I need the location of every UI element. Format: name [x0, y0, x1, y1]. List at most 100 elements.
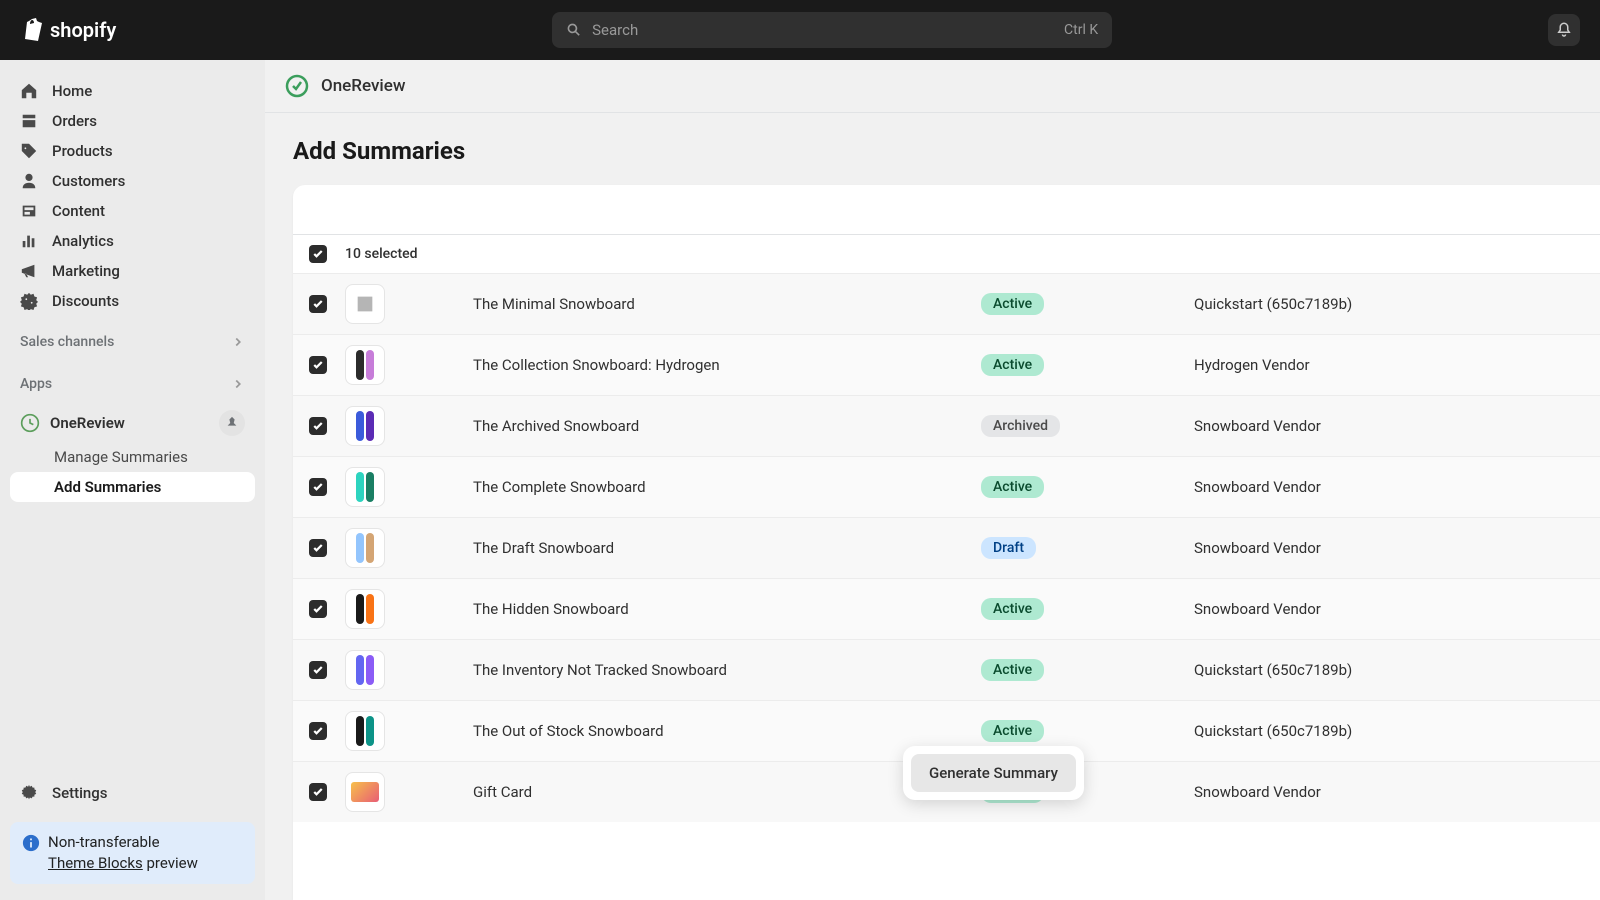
content-icon [20, 202, 38, 220]
chevron-right-icon [231, 335, 245, 349]
section-sales-channels[interactable]: Sales channels [10, 326, 255, 358]
product-status: Archived [981, 415, 1176, 437]
row-checkbox[interactable] [309, 417, 327, 435]
row-checkbox[interactable] [309, 722, 327, 740]
select-all-checkbox[interactable] [309, 245, 327, 263]
nav-products[interactable]: Products [10, 136, 255, 166]
notice-text: Non-transferable Theme Blocks preview [48, 832, 198, 874]
product-vendor: Snowboard Vendor [1194, 539, 1321, 557]
search-icon [566, 22, 582, 38]
sidebar-app-onereview[interactable]: OneReview [10, 404, 255, 442]
table-header-blank [293, 185, 1600, 235]
table-row[interactable]: The Complete SnowboardActiveSnowboard Ve… [293, 456, 1600, 517]
search-placeholder: Search [592, 21, 1054, 39]
row-checkbox[interactable] [309, 356, 327, 374]
product-status: Active [981, 720, 1176, 742]
product-status: Active [981, 476, 1176, 498]
check-icon [312, 248, 324, 260]
notice-box: Non-transferable Theme Blocks preview [10, 822, 255, 884]
subnav-add-summaries[interactable]: Add Summaries [10, 472, 255, 502]
product-status: Active [981, 354, 1176, 376]
search-input[interactable]: Search Ctrl K [552, 12, 1112, 48]
nav-orders[interactable]: Orders [10, 106, 255, 136]
nav-customers[interactable]: Customers [10, 166, 255, 196]
product-thumbnail [345, 406, 385, 446]
topbar: shopify Search Ctrl K [0, 0, 1600, 60]
row-checkbox[interactable] [309, 295, 327, 313]
page-title: Add Summaries [265, 113, 1600, 185]
person-icon [20, 172, 38, 190]
product-name: The Out of Stock Snowboard [403, 722, 963, 740]
subnav-manage-summaries[interactable]: Manage Summaries [10, 442, 255, 472]
table-row[interactable]: The Minimal SnowboardActiveQuickstart (6… [293, 273, 1600, 334]
status-badge: Active [981, 354, 1044, 376]
image-placeholder-icon [354, 293, 376, 315]
check-icon [312, 542, 324, 554]
main: OneReview Add Summaries 10 selected The … [265, 60, 1600, 900]
product-name: The Inventory Not Tracked Snowboard [403, 661, 963, 679]
discount-icon [20, 292, 38, 310]
row-checkbox[interactable] [309, 478, 327, 496]
product-name: Gift Card [403, 783, 963, 801]
selection-bar: 10 selected [293, 235, 1600, 273]
status-badge: Archived [981, 415, 1060, 437]
pin-button[interactable] [219, 410, 245, 436]
product-name: The Minimal Snowboard [403, 295, 963, 313]
home-icon [20, 82, 38, 100]
status-badge: Active [981, 659, 1044, 681]
table-row[interactable]: The Archived SnowboardArchivedSnowboard … [293, 395, 1600, 456]
row-checkbox[interactable] [309, 600, 327, 618]
search-container: Search Ctrl K [116, 12, 1548, 48]
product-thumbnail [345, 772, 385, 812]
nav-settings[interactable]: Settings [10, 778, 255, 808]
nav-discounts[interactable]: Discounts [10, 286, 255, 316]
product-vendor: Snowboard Vendor [1194, 600, 1321, 618]
marketing-icon [20, 262, 38, 280]
product-thumbnail [345, 589, 385, 629]
table-row[interactable]: The Hidden SnowboardActiveSnowboard Vend… [293, 578, 1600, 639]
table-row[interactable]: The Collection Snowboard: Hydrogen Active… [293, 334, 1600, 395]
selection-count: 10 selected [345, 246, 418, 262]
check-icon [312, 298, 324, 310]
generate-summary-button[interactable]: Generate Summary [911, 754, 1076, 792]
bell-icon [1555, 21, 1573, 39]
product-vendor: Quickstart (650c7189b) [1194, 722, 1352, 740]
table-row[interactable]: The Inventory Not Tracked Snowboard Activ… [293, 639, 1600, 700]
product-name: The Hidden Snowboard [403, 600, 963, 618]
table-rows: The Minimal Snowboard Active Quickstart (6… [293, 273, 1600, 900]
status-badge: Active [981, 720, 1044, 742]
section-apps[interactable]: Apps [10, 368, 255, 400]
brand-logo[interactable]: shopify [20, 17, 116, 43]
product-thumbnail [345, 528, 385, 568]
search-shortcut: Ctrl K [1064, 22, 1098, 38]
nav-analytics[interactable]: Analytics [10, 226, 255, 256]
product-name: The Collection Snowboard: Hydrogen [403, 356, 963, 374]
row-checkbox[interactable] [309, 539, 327, 557]
product-thumbnail [345, 711, 385, 751]
row-checkbox[interactable] [309, 783, 327, 801]
nav-marketing[interactable]: Marketing [10, 256, 255, 286]
app-header-title: OneReview [321, 76, 405, 96]
product-vendor: Snowboard Vendor [1194, 417, 1321, 435]
pin-icon [225, 416, 239, 430]
status-badge: Draft [981, 537, 1036, 559]
nav-home[interactable]: Home [10, 76, 255, 106]
product-thumbnail [345, 467, 385, 507]
notifications-button[interactable] [1548, 14, 1580, 46]
product-thumbnail [345, 650, 385, 690]
table-row[interactable]: The Draft Snowboard Draft Snowboard Vendor [293, 517, 1600, 578]
row-checkbox[interactable] [309, 661, 327, 679]
notice-link[interactable]: Theme Blocks [48, 854, 143, 872]
product-name: The Draft Snowboard [403, 539, 963, 557]
app-header-icon [285, 74, 309, 98]
product-name: The Complete Snowboard [403, 478, 963, 496]
app-icon [20, 413, 40, 433]
check-icon [312, 420, 324, 432]
generate-summary-popover: Generate Summary [903, 746, 1084, 800]
product-vendor: Snowboard Vendor [1194, 783, 1321, 801]
shopify-icon [20, 17, 44, 43]
check-icon [312, 786, 324, 798]
product-thumbnail [345, 284, 385, 324]
product-status: Active [981, 659, 1176, 681]
nav-content[interactable]: Content [10, 196, 255, 226]
